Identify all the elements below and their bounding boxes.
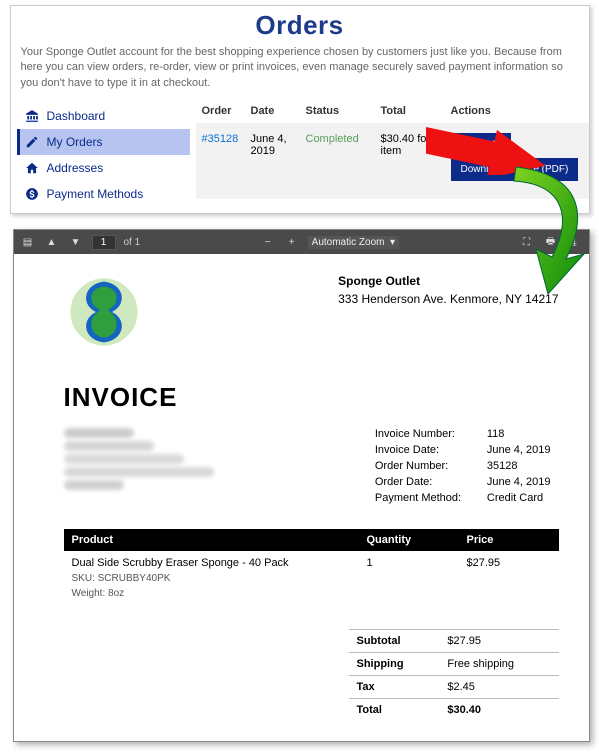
company-name: Sponge Outlet [338,272,558,290]
page-down-icon[interactable]: ▼ [68,234,84,250]
home-icon [25,161,39,175]
col-order: Order [196,105,251,117]
item-qty: 1 [359,551,459,601]
fullscreen-icon[interactable]: ⛶ [519,234,535,250]
totals-table: Subtotal$27.95 ShippingFree shipping Tax… [349,629,559,721]
company-logo [64,272,144,352]
sidebar-item-dashboard[interactable]: Dashboard [17,103,190,129]
page-up-icon[interactable]: ▲ [44,234,60,250]
sidebar-item-my-orders[interactable]: My Orders [17,129,190,155]
sidebar-label: Dashboard [47,109,106,123]
invoice-title: INVOICE [64,382,559,413]
edit-icon [25,135,39,149]
th-quantity: Quantity [359,529,459,551]
sidebar-item-payment-methods[interactable]: Payment Methods [17,181,190,207]
line-items-table: Product Quantity Price Dual Side Scrubby… [64,529,559,601]
order-row: #35128 June 4, 2019 Completed $30.40 for… [196,123,589,199]
red-arrow-annotation [426,115,556,175]
company-address: 333 Henderson Ave. Kenmore, NY 14217 [338,290,558,308]
th-product: Product [64,529,359,551]
print-icon[interactable]: 🖶 [543,234,559,250]
th-price: Price [459,529,559,551]
account-sidebar: Dashboard My Orders Addresses Payment Me… [11,99,196,213]
item-price: $27.95 [459,551,559,601]
pdf-toolbar: ▤ ▲ ▼ of 1 − + Automatic Zoom ▾ ⛶ 🖶 ⤓ [14,230,589,254]
company-block: Sponge Outlet 333 Henderson Ave. Kenmore… [338,272,558,308]
zoom-out-icon[interactable]: − [260,234,276,250]
orders-panel: Orders Your Sponge Outlet account for th… [10,5,590,214]
page-title: Orders [11,10,589,41]
item-name: Dual Side Scrubby Eraser Sponge - 40 Pac… [72,557,351,569]
page-description: Your Sponge Outlet account for the best … [11,41,589,99]
col-status: Status [306,105,381,117]
bank-icon [25,109,39,123]
line-item-row: Dual Side Scrubby Eraser Sponge - 40 Pac… [64,551,559,601]
download-icon[interactable]: ⤓ [567,234,583,250]
dollar-icon [25,187,39,201]
page-input[interactable] [92,235,116,250]
order-number-link[interactable]: #35128 [202,133,239,145]
pdf-viewer: ▤ ▲ ▼ of 1 − + Automatic Zoom ▾ ⛶ 🖶 ⤓ [13,229,590,742]
invoice-document: Sponge Outlet 333 Henderson Ave. Kenmore… [14,254,589,741]
sidebar-label: My Orders [47,135,103,149]
page-count: of 1 [124,237,141,248]
zoom-select[interactable]: Automatic Zoom ▾ [308,236,399,249]
sidebar-toggle-icon[interactable]: ▤ [20,234,36,250]
col-date: Date [251,105,306,117]
sidebar-item-addresses[interactable]: Addresses [17,155,190,181]
order-status: Completed [306,133,359,145]
order-date: June 4, 2019 [251,133,306,181]
sidebar-label: Addresses [47,161,104,175]
sidebar-label: Payment Methods [47,187,144,201]
customer-address-redacted [64,425,234,507]
invoice-meta: Invoice Number:118 Invoice Date:June 4, … [373,425,559,507]
zoom-in-icon[interactable]: + [284,234,300,250]
orders-header: Orders [11,6,589,41]
orders-table: Order Date Status Total Actions #35128 J… [196,99,589,213]
